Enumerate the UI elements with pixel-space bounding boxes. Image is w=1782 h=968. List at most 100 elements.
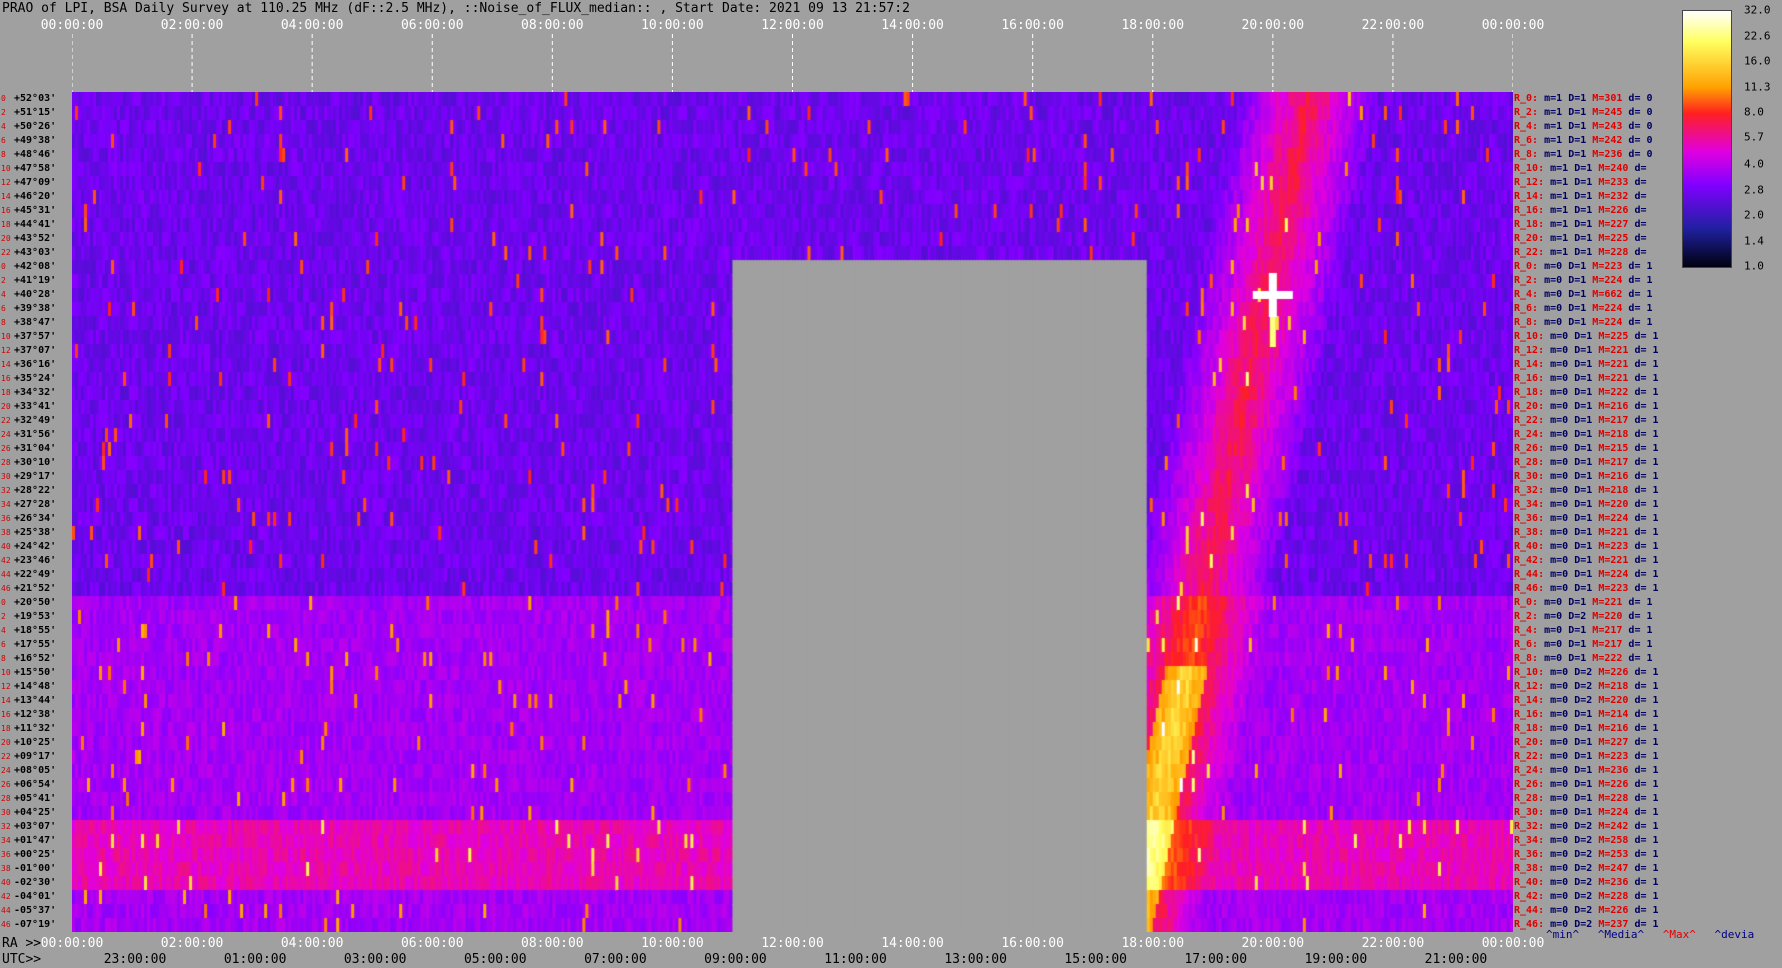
declination-index: 42 xyxy=(1,892,11,901)
bottom-utc-tick-label: 21:00:00 xyxy=(1424,952,1488,967)
stat-D: D=2 xyxy=(1574,835,1599,846)
top-tick-label: 08:00:00 xyxy=(521,18,584,33)
stat-D: D=1 xyxy=(1568,261,1593,272)
declination-index: 20 xyxy=(1,402,11,411)
stat-M: M=236 xyxy=(1592,149,1629,160)
stat-D: D=2 xyxy=(1574,891,1599,902)
stat-row: R_24: m=0 D=1 M=236 d= 1 xyxy=(1514,764,1659,778)
stat-d: d= 1 xyxy=(1634,401,1659,412)
stat-M: M=236 xyxy=(1598,877,1635,888)
stat-m: m=0 xyxy=(1550,331,1575,342)
stat-d: d= 1 xyxy=(1628,289,1653,300)
stat-d: d= 1 xyxy=(1634,681,1659,692)
stat-m: m=0 xyxy=(1544,611,1569,622)
stat-d: d= 1 xyxy=(1634,331,1659,342)
declination-row: 34 +01°47' xyxy=(0,834,74,848)
colorbar-tick-label: 16.0 xyxy=(1744,54,1771,68)
stat-m: m=0 xyxy=(1550,793,1575,804)
declination-value: +50°26' xyxy=(14,121,57,132)
stat-row: R_8: m=0 D=1 M=224 d= 1 xyxy=(1514,316,1653,330)
declination-value: +39°38' xyxy=(14,303,57,314)
declination-value: +37°07' xyxy=(14,345,57,356)
declination-value: +08°05' xyxy=(14,765,57,776)
stat-row: R_16: m=0 D=1 M=214 d= 1 xyxy=(1514,708,1659,722)
declination-index: 14 xyxy=(1,696,11,705)
declination-index: 26 xyxy=(1,444,11,453)
stat-M: M=301 xyxy=(1592,93,1629,104)
bottom-ra-tick-label: 00:00:00 xyxy=(40,936,104,951)
declination-value: +26°34' xyxy=(14,513,57,524)
stat-row: R_30: m=0 D=1 M=224 d= 1 xyxy=(1514,806,1659,820)
declination-row: 40 -02°30' xyxy=(0,876,74,890)
top-tick-label: 00:00:00 xyxy=(1481,18,1545,33)
stat-D: D=1 xyxy=(1568,317,1593,328)
declination-index: 34 xyxy=(1,836,11,845)
stat-row: R_34: m=0 D=1 M=220 d= 1 xyxy=(1514,498,1659,512)
stat-M: M=223 xyxy=(1598,751,1635,762)
declination-value: +28°22' xyxy=(14,485,57,496)
stat-d: d= 1 xyxy=(1634,849,1659,860)
stat-m: m=1 xyxy=(1550,177,1575,188)
stat-d: d= 1 xyxy=(1634,723,1659,734)
stat-m: m=0 xyxy=(1550,527,1575,538)
top-tick-label: 20:00:00 xyxy=(1241,18,1305,33)
declination-index: 14 xyxy=(1,360,11,369)
stat-r: R_20: xyxy=(1514,737,1551,748)
stat-M: M=222 xyxy=(1598,387,1635,398)
stat-d: d= 1 xyxy=(1634,541,1659,552)
stat-d: d= 1 xyxy=(1628,597,1653,608)
stat-M: M=226 xyxy=(1598,205,1635,216)
stat-D: D=1 xyxy=(1568,275,1593,286)
stat-d: d= xyxy=(1634,205,1647,216)
stat-M: M=220 xyxy=(1592,611,1629,622)
stat-m: m=0 xyxy=(1550,541,1575,552)
stat-d: d= 1 xyxy=(1634,821,1659,832)
declination-index: 8 xyxy=(1,318,6,327)
stat-m: m=0 xyxy=(1550,471,1575,482)
stat-m: m=0 xyxy=(1550,905,1575,916)
stat-D: D=1 xyxy=(1568,135,1593,146)
stat-r: R_12: xyxy=(1514,177,1551,188)
stat-D: D=1 xyxy=(1568,625,1593,636)
colorbar-tick-label: 5.7 xyxy=(1744,130,1764,144)
stat-row: R_20: m=1 D=1 M=225 d= xyxy=(1514,232,1646,246)
stat-M: M=242 xyxy=(1598,821,1635,832)
declination-row: 6 +17°55' xyxy=(0,638,74,652)
stat-M: M=220 xyxy=(1598,695,1635,706)
stat-m: m=0 xyxy=(1550,877,1575,888)
stat-m: m=0 xyxy=(1550,751,1575,762)
stat-r: R_38: xyxy=(1514,863,1551,874)
stat-row: R_30: m=0 D=1 M=216 d= 1 xyxy=(1514,470,1659,484)
stat-r: R_28: xyxy=(1514,793,1551,804)
stat-d: d= 1 xyxy=(1628,611,1653,622)
stat-r: R_16: xyxy=(1514,205,1551,216)
stat-M: M=223 xyxy=(1598,583,1635,594)
stat-m: m=0 xyxy=(1544,261,1569,272)
stat-d: d= 1 xyxy=(1634,485,1659,496)
stat-m: m=0 xyxy=(1544,275,1569,286)
declination-index: 30 xyxy=(1,808,11,817)
bottom-utc-tick-label: 17:00:00 xyxy=(1184,952,1248,967)
stat-M: M=217 xyxy=(1592,625,1629,636)
declination-index: 28 xyxy=(1,458,11,467)
declination-index: 44 xyxy=(1,906,11,915)
stat-d: d= 1 xyxy=(1634,793,1659,804)
declination-row: 18 +11°32' xyxy=(0,722,74,736)
stat-M: M=221 xyxy=(1598,555,1635,566)
stat-d: d= 0 xyxy=(1628,107,1653,118)
declination-index: 38 xyxy=(1,528,11,537)
declination-row: 12 +14°48' xyxy=(0,680,74,694)
bottom-ra-tick-label: 14:00:00 xyxy=(881,936,944,951)
colorbar-tick-label: 11.3 xyxy=(1744,80,1771,94)
stat-r: R_2: xyxy=(1514,611,1545,622)
declination-index: 22 xyxy=(1,248,11,257)
stat-d: d= 1 xyxy=(1634,765,1659,776)
declination-value: +47°58' xyxy=(14,163,57,174)
declination-index: 36 xyxy=(1,514,11,523)
stat-D: D=1 xyxy=(1568,289,1593,300)
stat-r: R_42: xyxy=(1514,555,1551,566)
stat-r: R_36: xyxy=(1514,849,1551,860)
stat-D: D=1 xyxy=(1568,149,1593,160)
stat-D: D=1 xyxy=(1574,737,1599,748)
declination-index: 36 xyxy=(1,850,11,859)
